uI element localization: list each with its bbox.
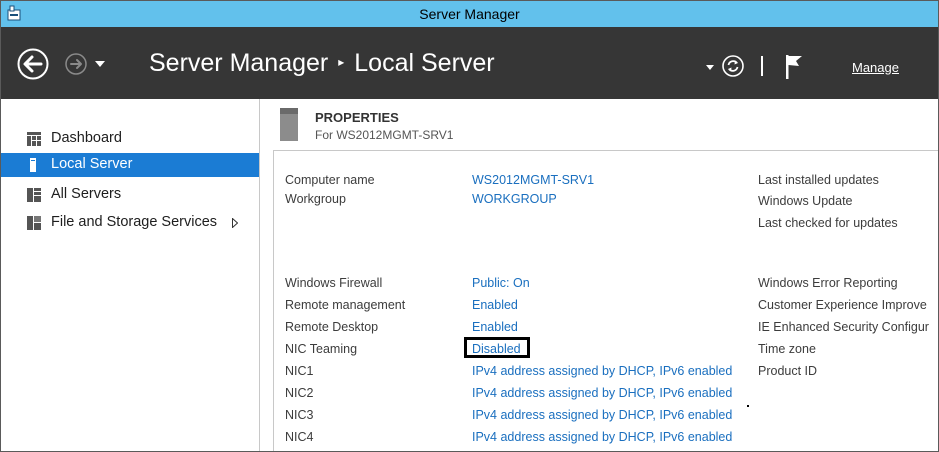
properties-subtitle: For WS2012MGMT-SRV1: [315, 128, 454, 142]
property-label: NIC4: [285, 430, 314, 444]
property-label: NIC1: [285, 364, 314, 378]
remote-desktop-link[interactable]: Enabled: [472, 320, 518, 334]
property-label: NIC2: [285, 386, 314, 400]
property-label: Last checked for updates: [758, 216, 898, 230]
property-label: IE Enhanced Security Configur: [758, 320, 929, 334]
window-title: Server Manager: [419, 6, 520, 22]
computer-name-link[interactable]: WS2012MGMT-SRV1: [472, 173, 594, 187]
property-label: Time zone: [758, 342, 816, 356]
workgroup-link[interactable]: WORKGROUP: [472, 192, 557, 206]
property-label: Windows Update: [758, 194, 853, 208]
breadcrumb-dropdown-icon[interactable]: [706, 65, 714, 70]
server-tower-icon: [280, 108, 298, 141]
back-button[interactable]: [17, 48, 49, 80]
chevron-right-icon[interactable]: [232, 218, 238, 228]
manage-menu[interactable]: Manage: [852, 60, 899, 75]
sidebar-item-label: Local Server: [51, 156, 133, 172]
property-label: Workgroup: [285, 192, 346, 206]
sidebar-item-label: All Servers: [51, 186, 122, 202]
property-label: Windows Firewall: [285, 276, 383, 290]
dashboard-icon: [27, 132, 41, 146]
sidebar-item-dashboard[interactable]: Dashboard: [1, 127, 259, 151]
stray-dot: [747, 405, 749, 407]
property-label: Customer Experience Improve: [758, 298, 927, 312]
nic1-link[interactable]: IPv4 address assigned by DHCP, IPv6 enab…: [472, 364, 732, 378]
breadcrumb-separator-icon: ▸: [338, 55, 345, 69]
server-manager-window: Server Manager Server Manager ▸ Local Serv…: [0, 0, 939, 452]
property-label: Windows Error Reporting: [758, 276, 898, 290]
nic2-link[interactable]: IPv4 address assigned by DHCP, IPv6 enab…: [472, 386, 732, 400]
title-bar: Server Manager: [1, 1, 938, 27]
sidebar: Dashboard Local Server All Servers File …: [1, 99, 260, 451]
breadcrumb-current: Local Server: [354, 49, 495, 77]
nic3-link[interactable]: IPv4 address assigned by DHCP, IPv6 enab…: [472, 408, 732, 422]
notifications-flag-icon[interactable]: [785, 54, 803, 80]
sidebar-item-file-storage-services[interactable]: File and Storage Services: [1, 211, 259, 235]
breadcrumb-root[interactable]: Server Manager: [149, 49, 328, 77]
app-header: Server Manager ▸ Local Server Manage: [1, 27, 938, 99]
refresh-icon[interactable]: [722, 55, 744, 77]
header-divider: [761, 56, 763, 76]
windows-firewall-link[interactable]: Public: On: [472, 276, 530, 290]
breadcrumb: Server Manager ▸ Local Server: [149, 49, 495, 78]
sidebar-item-all-servers[interactable]: All Servers: [1, 183, 259, 207]
property-label: Remote management: [285, 298, 406, 312]
property-label: Remote Desktop: [285, 320, 379, 334]
property-label: NIC Teaming: [285, 342, 358, 356]
property-label: Last installed updates: [758, 173, 879, 187]
property-label: NIC3: [285, 408, 314, 422]
nic4-link[interactable]: IPv4 address assigned by DHCP, IPv6 enab…: [472, 430, 732, 444]
forward-button[interactable]: [65, 53, 87, 75]
remote-management-link[interactable]: Enabled: [472, 298, 518, 312]
all-servers-icon: [27, 188, 41, 202]
highlight-box: [464, 337, 530, 358]
sidebar-item-label: File and Storage Services: [51, 214, 218, 230]
history-dropdown-icon[interactable]: [95, 61, 105, 67]
local-server-icon: [30, 158, 36, 172]
sidebar-item-label: Dashboard: [51, 130, 122, 146]
file-storage-icon: [27, 216, 41, 230]
property-label: Computer name: [285, 173, 375, 187]
sidebar-item-local-server[interactable]: Local Server: [1, 153, 259, 177]
properties-title: PROPERTIES: [315, 110, 399, 125]
property-label: Product ID: [758, 364, 818, 378]
